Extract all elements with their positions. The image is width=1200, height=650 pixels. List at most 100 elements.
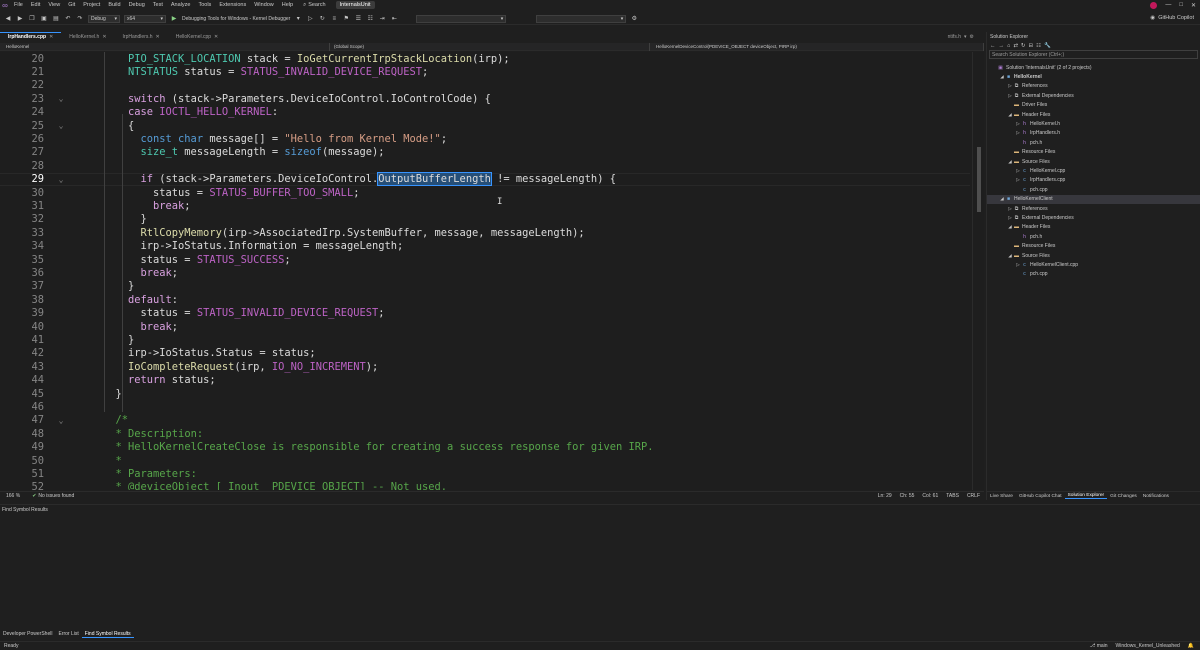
doc-tab[interactable]: IrpHandlers.cpp ✕ <box>0 32 62 41</box>
properties-icon[interactable]: 🔧 <box>1044 43 1051 49</box>
tree-item[interactable]: ▷ h HelloKernel.h <box>987 119 1200 128</box>
comment-icon[interactable]: ☰ <box>354 15 362 23</box>
tree-item[interactable]: ▷ c HelloKernel.cpp <box>987 166 1200 175</box>
collapse-all-icon[interactable]: ⊟ <box>1029 43 1034 49</box>
scrollbar-thumb[interactable] <box>977 147 981 212</box>
toolbar-target-combo[interactable]: ▾ <box>536 14 627 23</box>
tree-item[interactable]: ◢ ▬ Header Files <box>987 223 1200 232</box>
close-icon[interactable]: ✕ <box>49 34 53 40</box>
bookmark-icon[interactable]: ⚑ <box>342 15 350 23</box>
back-icon[interactable]: ◀ <box>4 15 12 23</box>
char-indicator[interactable]: Ch: 55 <box>900 493 915 499</box>
menu-item-tools[interactable]: Tools <box>194 2 215 8</box>
menu-item-extensions[interactable]: Extensions <box>215 2 250 8</box>
menu-item-build[interactable]: Build <box>104 2 124 8</box>
menu-item-edit[interactable]: Edit <box>27 2 44 8</box>
vertical-scrollbar[interactable] <box>972 52 984 490</box>
tree-item[interactable]: ▷ c HelloKernelClient.cpp <box>987 260 1200 269</box>
forward-icon[interactable]: → <box>999 43 1005 49</box>
hot-reload-icon[interactable]: ↻ <box>318 15 326 23</box>
show-all-files-icon[interactable]: ☷ <box>1036 43 1041 49</box>
tree-item[interactable]: ◢ ■ HelloKernel <box>987 72 1200 81</box>
menu-item-analyze[interactable]: Analyze <box>167 2 195 8</box>
menu-item-window[interactable]: Window <box>250 2 278 8</box>
performance-icon[interactable]: ≡ <box>330 15 338 23</box>
code-editor[interactable]: 20 PIO_STACK_LOCATION stack = IoGetCurren… <box>0 52 984 490</box>
forward-icon[interactable]: ▶ <box>16 15 24 23</box>
tree-item[interactable]: ▷ ⧉ External Dependencies <box>987 91 1200 100</box>
tree-item[interactable]: ▷ h IrpHandlers.h <box>987 129 1200 138</box>
menu-item-view[interactable]: View <box>44 2 64 8</box>
start-debugging-icon[interactable]: ▶ <box>170 15 178 23</box>
fold-toggle-icon[interactable]: ⌄ <box>44 416 78 425</box>
toolbar-find-combo[interactable]: ▾ <box>416 14 507 23</box>
doc-tab[interactable]: IrpHandlers.h ✕ <box>115 32 168 41</box>
home-icon[interactable]: ⌂ <box>1007 43 1010 49</box>
platform-select[interactable]: x64 ▾ <box>124 14 166 23</box>
configuration-select[interactable]: Debug ▾ <box>88 14 120 23</box>
tree-item[interactable]: ◢ ■ HelloKernelClient <box>987 194 1200 204</box>
tree-item[interactable]: c pch.cpp <box>987 270 1200 279</box>
tree-item[interactable]: h pch.h <box>987 232 1200 241</box>
sync-icon[interactable]: ⇄ <box>1013 43 1018 49</box>
settings-icon[interactable]: ⚙ <box>970 34 974 40</box>
fold-toggle-icon[interactable]: ⌄ <box>44 175 78 184</box>
tree-item[interactable]: ▬ Driver Files <box>987 101 1200 110</box>
fold-toggle-icon[interactable]: ⌄ <box>44 94 78 103</box>
doc-tab[interactable]: HelloKernel.cpp ✕ <box>168 32 227 41</box>
github-copilot-button[interactable]: ◉ GitHub Copilot <box>1150 15 1194 21</box>
run-without-debug-icon[interactable]: ▷ <box>306 15 314 23</box>
redo-icon[interactable]: ↷ <box>76 15 84 23</box>
member-dropdown[interactable]: HelloKernelDeviceControl(PDEVICE_OBJECT … <box>650 42 984 51</box>
menu-item-project[interactable]: Project <box>79 2 104 8</box>
save-all-icon[interactable]: ▤ <box>52 15 60 23</box>
tree-item[interactable]: ◢ ▬ Source Files <box>987 251 1200 260</box>
tree-item[interactable]: h pch.h <box>987 138 1200 147</box>
tree-item[interactable]: ▬ Resource Files <box>987 148 1200 157</box>
project-dropdown[interactable]: HelloKernel <box>0 42 330 51</box>
panel-tab[interactable]: Notifications <box>1140 494 1172 499</box>
chevron-down-icon[interactable]: ▾ <box>964 34 967 40</box>
search-box[interactable]: ⌕ Search <box>303 2 326 9</box>
bottom-tab[interactable]: Error List <box>55 631 81 637</box>
pinned-tab-label[interactable]: ntifs.h <box>948 34 961 40</box>
bottom-tab[interactable]: Developer PowerShell <box>0 631 55 637</box>
doc-tab[interactable]: HelloKernel.h ✕ <box>61 32 114 41</box>
panel-tab[interactable]: Git Changes <box>1107 494 1140 499</box>
menu-item-git[interactable]: Git <box>64 2 79 8</box>
maximize-icon[interactable]: □ <box>1179 2 1183 8</box>
issues-indicator[interactable]: ✔ No issues found <box>26 493 80 499</box>
fold-toggle-icon[interactable]: ⌄ <box>44 121 78 130</box>
dropdown-icon[interactable]: ▾ <box>294 15 302 23</box>
panel-tab[interactable]: GitHub Copilot Chat <box>1016 494 1065 499</box>
toolbar-options-icon[interactable]: ⚙ <box>630 15 638 23</box>
account-avatar[interactable] <box>1150 1 1158 9</box>
repo-indicator[interactable]: Windows_Kernel_Unleashed <box>1116 643 1180 649</box>
panel-tab[interactable]: Solution Explorer <box>1064 493 1108 499</box>
line-indicator[interactable]: Ln: 29 <box>878 493 892 499</box>
outdent-icon[interactable]: ⇤ <box>390 15 398 23</box>
minimize-icon[interactable]: — <box>1165 2 1171 8</box>
tree-item[interactable]: ▷ ⧉ External Dependencies <box>987 213 1200 222</box>
bottom-tab[interactable]: Find Symbol Results <box>81 631 134 638</box>
undo-icon[interactable]: ↶ <box>64 15 72 23</box>
tree-item[interactable]: ▬ Resource Files <box>987 242 1200 251</box>
close-icon[interactable]: ✕ <box>156 34 160 40</box>
panel-tab[interactable]: Live Share <box>987 494 1016 499</box>
menu-item-debug[interactable]: Debug <box>125 2 149 8</box>
tab-overflow[interactable]: ntifs.h ▾ ⚙ <box>948 32 974 41</box>
back-icon[interactable]: ← <box>990 43 996 49</box>
notification-icon[interactable]: 🔔 <box>1188 643 1194 649</box>
save-icon[interactable]: ▣ <box>40 15 48 23</box>
tree-item[interactable]: ◢ ▬ Header Files <box>987 110 1200 119</box>
branch-indicator[interactable]: ⎇ main <box>1090 643 1108 649</box>
close-icon[interactable]: ✕ <box>102 34 106 40</box>
solution-search-input[interactable]: Search Solution Explorer (Ctrl+;) <box>989 50 1198 59</box>
zoom-level[interactable]: 166 % <box>0 493 26 499</box>
close-icon[interactable]: ✕ <box>1191 2 1196 9</box>
close-icon[interactable]: ✕ <box>214 34 218 40</box>
new-item-icon[interactable]: ❐ <box>28 15 36 23</box>
menu-item-test[interactable]: Test <box>149 2 167 8</box>
indent-icon[interactable]: ⇥ <box>378 15 386 23</box>
tree-item[interactable]: c pch.cpp <box>987 185 1200 194</box>
